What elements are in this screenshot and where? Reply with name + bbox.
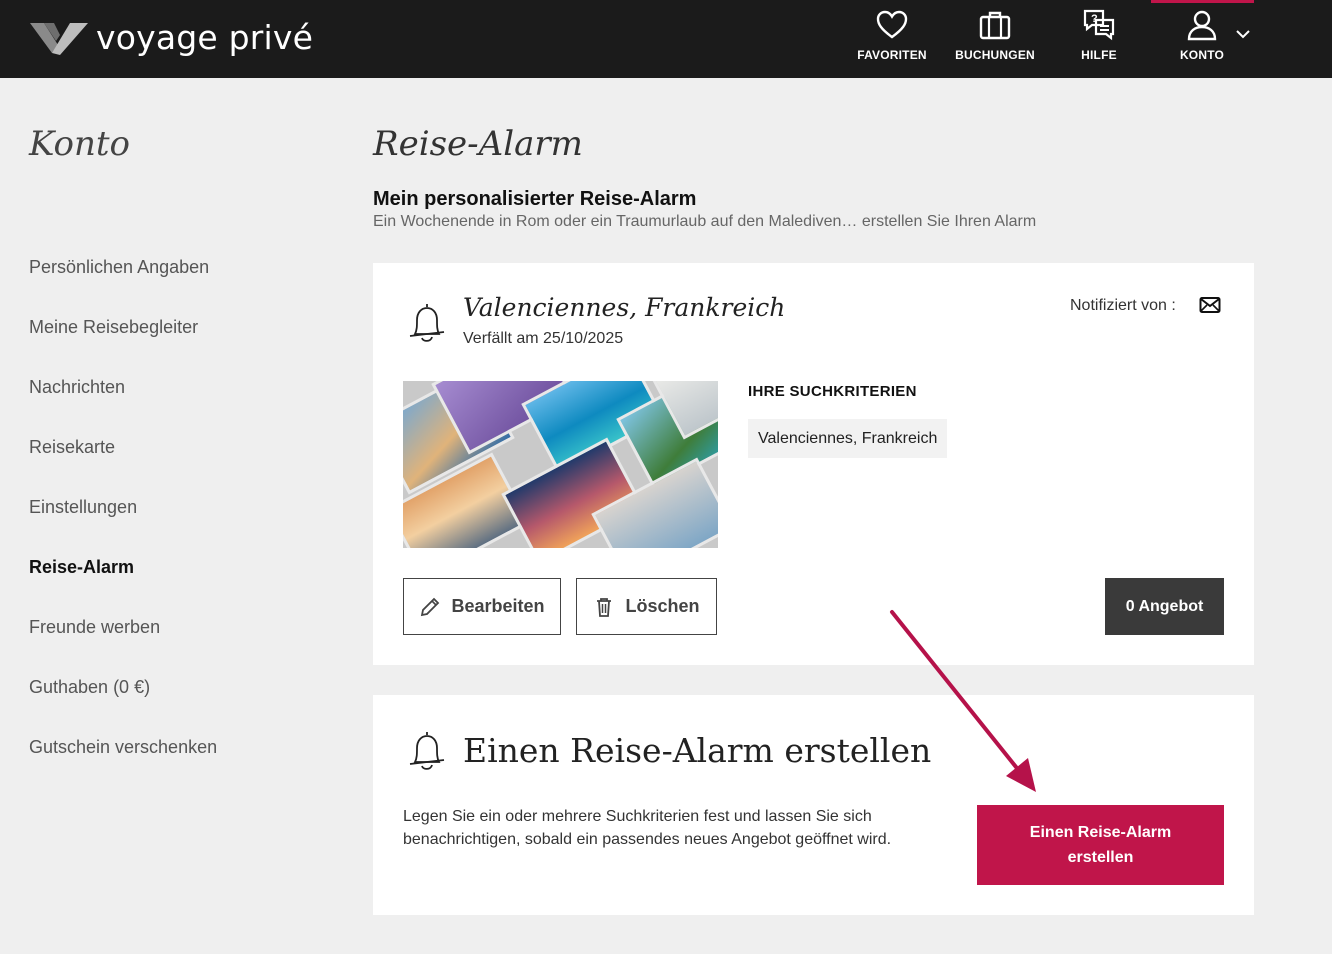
create-alarm-title: Einen Reise-Alarm erstellen	[463, 731, 932, 770]
sidebar-item-travel-alarm[interactable]: Reise-Alarm	[29, 557, 134, 578]
nav-favorites-label: FAVORITEN	[857, 48, 927, 62]
top-navigation-bar: voyage privé FAVORITEN BUCHUNGEN ? HILFE	[0, 0, 1332, 78]
section-subtitle: Ein Wochenende in Rom oder ein Traumurla…	[373, 213, 1037, 230]
edit-alarm-label: Bearbeiten	[451, 596, 545, 616]
brand-name: voyage privé	[96, 18, 314, 57]
pencil-icon	[421, 597, 440, 616]
delete-alarm-label: Löschen	[625, 596, 700, 616]
search-criteria-title: IHRE SUCHKRITERIEN	[748, 383, 917, 400]
delete-alarm-button[interactable]: Löschen	[576, 578, 717, 635]
active-nav-indicator	[1151, 0, 1254, 3]
nav-bookings-label: BUCHUNGEN	[955, 48, 1035, 62]
page-title: Reise-Alarm	[373, 124, 583, 164]
sidebar-title: Konto	[29, 124, 130, 164]
heart-icon	[876, 10, 908, 39]
destination-photo-collage	[403, 381, 718, 548]
search-criteria-chip: Valenciennes, Frankreich	[748, 419, 948, 458]
nav-help-label: HILFE	[1081, 48, 1117, 62]
section-title: Mein personalisierter Reise-Alarm	[373, 188, 697, 210]
edit-alarm-button[interactable]: Bearbeiten	[403, 578, 561, 635]
create-alarm-description: Legen Sie ein oder mehrere Suchkriterien…	[403, 808, 892, 848]
voyage-prive-logo-icon	[30, 22, 88, 55]
alarm-expiry-date: Verfällt am 25/10/2025	[463, 330, 624, 347]
sidebar-item-messages[interactable]: Nachrichten	[29, 377, 125, 398]
user-icon	[1187, 10, 1217, 41]
alarm-card: Valenciennes, Frankreich Verfällt am 25/…	[373, 263, 1254, 665]
sidebar-item-refer-friends[interactable]: Freunde werben	[29, 617, 160, 638]
nav-bookings[interactable]: BUCHUNGEN	[945, 8, 1045, 70]
sidebar-item-gift-voucher[interactable]: Gutschein verschenken	[29, 737, 217, 758]
create-alarm-card: Einen Reise-Alarm erstellen Legen Sie ei…	[373, 695, 1254, 915]
notified-by-label: Notifiziert von :	[1070, 297, 1176, 314]
nav-help[interactable]: ? HILFE	[1049, 8, 1149, 70]
sidebar-item-credit[interactable]: Guthaben (0 €)	[29, 677, 150, 698]
nav-account-label: KONTO	[1179, 48, 1225, 62]
envelope-icon	[1199, 297, 1221, 313]
brand-logo[interactable]: voyage privé	[30, 18, 313, 57]
help-chat-icon: ?	[1083, 9, 1115, 41]
sidebar-item-settings[interactable]: Einstellungen	[29, 497, 137, 518]
offers-count-button[interactable]: 0 Angebot	[1105, 578, 1224, 635]
sidebar-item-travel-companions[interactable]: Meine Reisebegleiter	[29, 317, 198, 338]
alarm-destination: Valenciennes, Frankreich	[463, 293, 786, 322]
svg-text:?: ?	[1091, 13, 1098, 25]
nav-favorites[interactable]: FAVORITEN	[842, 8, 942, 70]
trash-icon	[597, 597, 612, 617]
bell-icon	[409, 304, 445, 342]
suitcase-icon	[979, 11, 1011, 40]
sidebar-item-travel-map[interactable]: Reisekarte	[29, 437, 115, 458]
sidebar-item-personal-data[interactable]: Persönlichen Angaben	[29, 257, 209, 278]
bell-icon	[409, 732, 445, 770]
chevron-down-icon[interactable]	[1234, 27, 1252, 41]
create-alarm-button[interactable]: Einen Reise-Alarm erstellen	[977, 805, 1224, 885]
